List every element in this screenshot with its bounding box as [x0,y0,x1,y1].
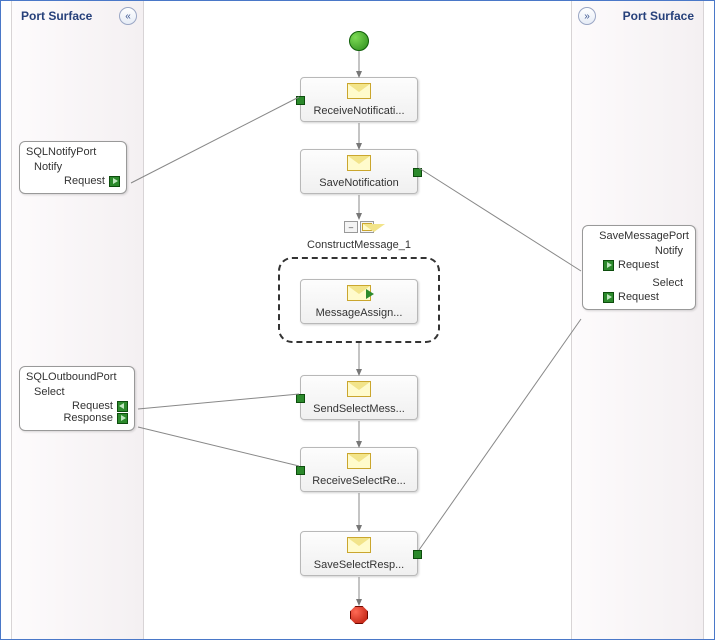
port-sqloutbound[interactable]: SQLOutboundPort Select Request Response [19,366,135,431]
left-port-surface-header: Port Surface [21,9,92,23]
port-op-label: Select [589,277,689,289]
start-shape[interactable] [349,31,369,51]
scope-envelope-icon [360,221,374,233]
activity-label: SaveNotification [305,177,413,189]
scope-collapse-icon[interactable]: – [344,221,358,233]
activity-port-handle[interactable] [296,96,305,105]
port-msg-label: Request [64,175,105,187]
activity-label: MessageAssign... [305,307,413,319]
port-savemessage[interactable]: SaveMessagePort Notify Request Select Re… [582,225,696,310]
port-name-label: SQLOutboundPort [26,371,128,383]
port-name-label: SaveMessagePort [589,230,689,242]
activity-label: SaveSelectResp... [305,559,413,571]
port-op-label: Notify [589,245,689,257]
port-op-label: Notify [26,161,120,173]
port-connector-icon[interactable] [117,413,128,424]
port-msg-label: Request [72,400,113,412]
scope-title-label: ConstructMessage_1 [280,239,438,251]
activity-label: ReceiveSelectRe... [305,475,413,487]
send-icon [347,155,371,173]
port-msg-label: Request [618,291,659,303]
port-connector-icon[interactable] [603,260,614,271]
port-connector-icon[interactable] [109,176,120,187]
right-port-surface-header: Port Surface [623,9,694,23]
activity-receive-select[interactable]: ReceiveSelectRe... [300,447,418,492]
send-icon [347,381,371,399]
port-op-label: Select [26,386,128,398]
activity-save-select-resp[interactable]: SaveSelectResp... [300,531,418,576]
port-msg-label: Response [63,412,113,424]
left-port-panel [11,1,144,639]
send-icon [347,537,371,555]
port-name-label: SQLNotifyPort [26,146,120,158]
port-sqlnotify[interactable]: SQLNotifyPort Notify Request [19,141,127,194]
left-collapse-button[interactable]: « [119,7,137,25]
activity-port-handle[interactable] [413,550,422,559]
transform-icon [347,285,371,303]
activity-save-notification[interactable]: SaveNotification [300,149,418,194]
activity-port-handle[interactable] [296,466,305,475]
receive-icon [347,83,371,101]
receive-icon [347,453,371,471]
right-port-panel [571,1,704,639]
activity-label: ReceiveNotificati... [305,105,413,117]
activity-receive-notification[interactable]: ReceiveNotificati... [300,77,418,122]
orchestration-canvas: Port Surface « Port Surface » SQLNotifyP… [0,0,715,640]
port-msg-label: Request [618,259,659,271]
port-connector-icon[interactable] [603,292,614,303]
activity-label: SendSelectMess... [305,403,413,415]
activity-message-assign[interactable]: MessageAssign... [300,279,418,324]
activity-port-handle[interactable] [296,394,305,403]
activity-port-handle[interactable] [413,168,422,177]
end-shape[interactable] [350,606,368,624]
activity-send-select[interactable]: SendSelectMess... [300,375,418,420]
port-connector-icon[interactable] [117,401,128,412]
right-collapse-button[interactable]: » [578,7,596,25]
